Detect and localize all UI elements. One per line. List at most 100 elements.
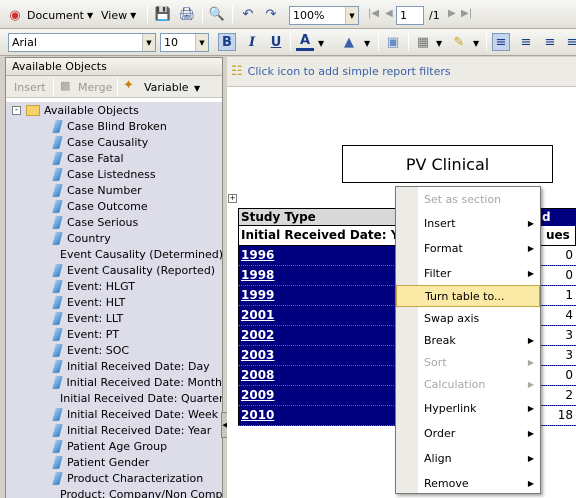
value-cell[interactable]: 18 [558,408,573,422]
tree-item[interactable]: Country [6,230,222,246]
prev-page-icon[interactable]: ◀ [385,8,393,19]
tree-item[interactable]: Case Listedness [6,166,222,182]
font-color-button[interactable]: A [296,33,314,51]
collapse-icon[interactable]: - [12,106,21,115]
tree-item[interactable]: Event: HLT [6,294,222,310]
font-size-select[interactable]: 10 ▼ [160,33,209,52]
background-image-icon[interactable]: ▣ [384,33,402,51]
redo-icon[interactable]: ↷ [262,5,280,23]
tree-item[interactable]: Initial Received Date: Month [6,374,222,390]
fill-color-icon[interactable]: ▲ [340,33,358,51]
panel-toolbar: Insert ▩ Merge ✦ Variable ▼ [6,76,222,98]
value-cell[interactable]: 0 [565,268,573,282]
zoom-select[interactable]: 100% ▼ [289,6,359,25]
menu-item-filter[interactable]: Filter▶ [396,262,540,284]
tree-item[interactable]: Case Outcome [6,198,222,214]
merge-button[interactable]: Merge [78,81,112,94]
menu-item-hyperlink[interactable]: Hyperlink▶ [396,397,540,419]
view-menu[interactable]: View ▼ [101,5,136,25]
year-cell[interactable]: 2001 [241,308,274,322]
tree-item[interactable]: Case Serious [6,214,222,230]
chevron-down-icon[interactable]: ▼ [195,34,208,51]
chevron-down-icon[interactable]: ▼ [142,34,155,51]
tree-item[interactable]: Initial Received Date: Year [6,422,222,438]
value-cell[interactable]: 0 [565,248,573,262]
tree-item[interactable]: Patient Gender [6,454,222,470]
tree-item[interactable]: Patient Age Group [6,438,222,454]
value-cell[interactable]: 4 [565,308,573,322]
underline-button[interactable]: U [267,33,285,51]
filter-icon[interactable]: ☷ [231,64,243,79]
save-icon[interactable]: 💾 [154,5,172,23]
variable-button[interactable]: Variable [144,81,189,94]
document-menu[interactable]: ◉ Document ▼ [6,5,93,25]
export-icon[interactable]: 🖨 [178,5,196,23]
year-cell[interactable]: 2008 [241,368,274,382]
last-page-icon[interactable]: ▶| [461,8,472,19]
value-cell[interactable]: 0 [565,368,573,382]
report-title[interactable]: PV Clinical [342,145,553,183]
tree-item[interactable]: Case Blind Broken [6,118,222,134]
year-cell[interactable]: 2003 [241,348,274,362]
undo-icon[interactable]: ↶ [239,5,257,23]
value-cell[interactable]: 2 [565,388,573,402]
tree-item[interactable]: Event Causality (Reported) [6,262,222,278]
font-family-select[interactable]: Arial ▼ [8,33,156,52]
tree-item[interactable]: Event: HLGT [6,278,222,294]
year-cell[interactable]: 1996 [241,248,274,262]
chevron-down-icon[interactable]: ▼ [473,39,479,48]
chevron-down-icon[interactable]: ▼ [345,7,358,24]
chevron-down-icon[interactable]: ▼ [318,39,324,48]
year-cell[interactable]: 1999 [241,288,274,302]
justify-icon[interactable]: ≡ [563,33,576,51]
first-page-icon[interactable]: |◀ [368,8,379,19]
insert-button[interactable]: Insert [14,81,46,94]
year-cell[interactable]: 2010 [241,408,274,422]
menu-item-break[interactable]: Break▶ [396,329,540,351]
tree-item[interactable]: Case Number [6,182,222,198]
tree-item[interactable]: Event: PT [6,326,222,342]
tree-item[interactable]: Initial Received Date: Quarter [6,390,222,406]
page-number-input[interactable]: 1 [396,6,424,25]
tree-item[interactable]: Product Characterization [6,470,222,486]
tree-root[interactable]: - Available Objects [6,102,222,118]
align-right-icon[interactable]: ≡ [541,33,559,51]
tree-item[interactable]: Case Fatal [6,150,222,166]
menu-item-remove[interactable]: Remove▶ [396,472,540,494]
menu-item-align[interactable]: Align▶ [396,447,540,469]
menu-item-calculation[interactable]: Calculation▶ [396,373,540,395]
table-handle-icon[interactable]: + [228,194,237,203]
chevron-down-icon[interactable]: ▼ [436,39,442,48]
menu-item-order[interactable]: Order▶ [396,422,540,444]
align-center-icon[interactable]: ≡ [517,33,535,51]
tree-item[interactable]: Event Causality (Determined) [6,246,222,262]
year-cell[interactable]: 2002 [241,328,274,342]
menu-item-insert[interactable]: Insert▶ [396,212,540,234]
tree-item[interactable]: Initial Received Date: Day [6,358,222,374]
border-color-icon[interactable]: ✎ [450,33,468,51]
value-cell[interactable]: 1 [565,288,573,302]
tree-item[interactable]: Event: SOC [6,342,222,358]
menu-item-swap-axis[interactable]: Swap axis [396,307,540,329]
align-left-icon[interactable]: ≡ [492,33,510,51]
menu-item-set-as-section[interactable]: Set as section [396,188,540,210]
menu-item-format[interactable]: Format▶ [396,237,540,259]
tree-item[interactable]: Initial Received Date: Week [6,406,222,422]
menu-item-sort[interactable]: Sort▶ [396,351,540,373]
chevron-down-icon[interactable]: ▼ [194,84,200,93]
find-icon[interactable]: 🔍 [208,5,226,23]
report-filter-bar[interactable]: ☷ Click icon to add simple report filter… [227,57,576,87]
tree-item[interactable]: Case Causality [6,134,222,150]
year-cell[interactable]: 1998 [241,268,274,282]
chevron-down-icon[interactable]: ▼ [364,39,370,48]
borders-icon[interactable]: ▦ [414,33,432,51]
bold-button[interactable]: B [218,33,236,51]
menu-item-turn-table-to[interactable]: Turn table to... [396,285,540,307]
value-cell[interactable]: 3 [565,348,573,362]
next-page-icon[interactable]: ▶ [448,8,456,19]
tree-item[interactable]: Product: Company/Non Company [6,486,222,498]
italic-button[interactable]: I [243,33,261,51]
year-cell[interactable]: 2009 [241,388,274,402]
tree-item[interactable]: Event: LLT [6,310,222,326]
value-cell[interactable]: 3 [565,328,573,342]
